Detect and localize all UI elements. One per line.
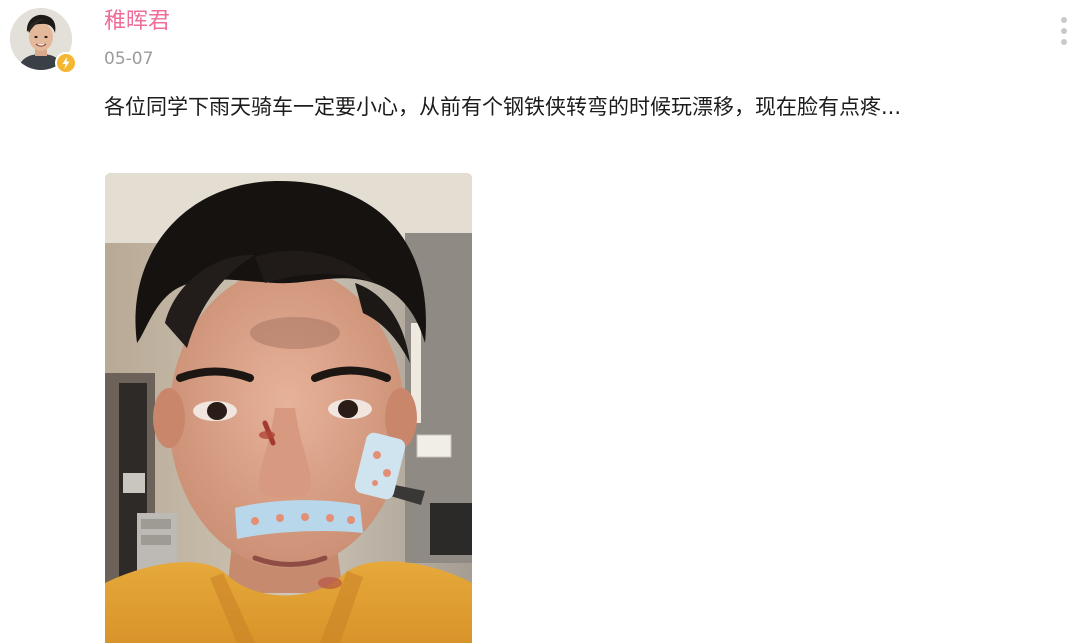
post-image[interactable] <box>105 173 472 643</box>
post-text: 各位同学下雨天骑车一定要小心，从前有个钢铁侠转弯的时候玩漂移，现在脸有点疼... <box>104 95 902 119</box>
selfie-photo <box>105 173 472 643</box>
post-date: 05-07 <box>104 49 154 69</box>
more-options-button[interactable] <box>1052 14 1076 48</box>
author-name[interactable]: 稚晖君 <box>104 6 170 38</box>
avatar-container[interactable] <box>10 8 78 76</box>
verified-badge <box>55 52 77 74</box>
lightning-icon <box>62 57 70 69</box>
more-vertical-icon <box>1052 17 1076 45</box>
